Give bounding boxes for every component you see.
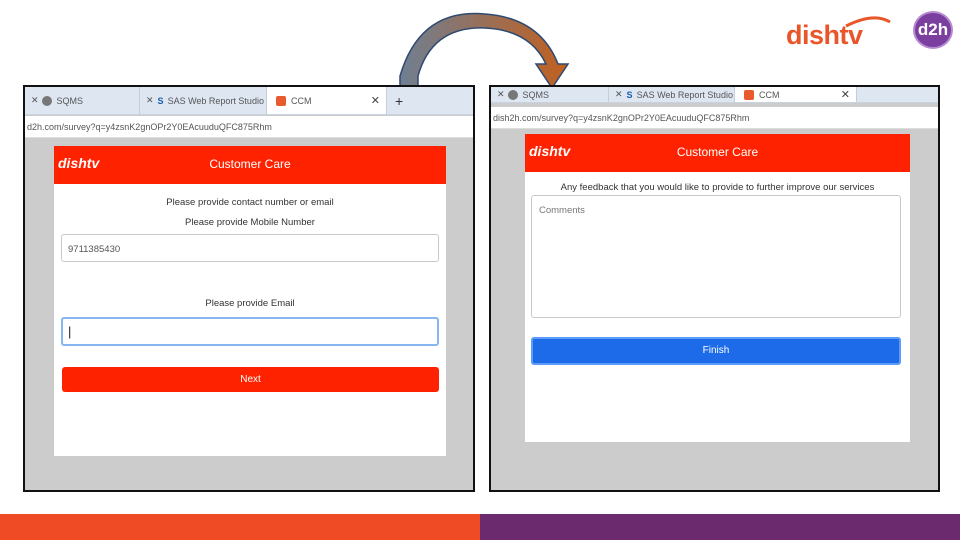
address-bar[interactable]: dish2h.com/survey?q=y4zsnK2gnOPr2Y0EAcuu… [491,107,938,129]
tab-sas[interactable]: ✕ S SAS Web Report Studio : Welcor [140,87,267,114]
left-screenshot-panel: ✕ SQMS ✕ S SAS Web Report Studio : Welco… [23,85,475,492]
close-icon[interactable]: ✕ [146,95,154,106]
close-icon[interactable]: ✕ [615,89,623,100]
comments-textarea[interactable]: Comments [531,195,901,318]
sas-icon: S [157,95,164,106]
next-button[interactable]: Next [62,367,439,392]
address-bar[interactable]: d2h.com/survey?q=y4zsnK2gnOPr2Y0EAcuuduQ… [25,116,473,138]
question-mobile: Please provide Mobile Number [185,217,315,228]
footer-stripe-purple [480,514,960,540]
tab-ccm[interactable]: CCM ✕ [735,87,857,102]
tab-sqms[interactable]: ✕ SQMS [25,87,140,114]
tab-label: SAS Web Report Studio : Welcor [636,89,734,100]
question-email: Please provide Email [205,298,295,309]
email-field[interactable]: | [61,317,439,346]
tab-label: CCM [759,89,780,100]
tab-label: CCM [291,95,312,106]
footer-stripe-orange [0,514,480,540]
page-icon [744,89,754,100]
dishtv-logo: dishtv [786,12,892,52]
tab-label: SQMS [56,95,84,106]
tab-label: SQMS [522,89,550,100]
mobile-number-field[interactable]: 9711385430 [61,234,439,262]
d2h-logo-text: d2h [917,20,949,39]
tab-label: SAS Web Report Studio : Welcor [167,95,266,106]
survey-form: dishtv Customer Care Please provide cont… [54,146,446,456]
question-feedback: Any feedback that you would like to prov… [560,182,875,193]
browser-tab-bar: ✕ SQMS ✕ S SAS Web Report Studio : Welco… [25,87,473,115]
page-icon [276,95,286,106]
finish-button[interactable]: Finish [531,337,901,365]
tab-ccm[interactable]: CCM ✕ [267,87,387,114]
survey-header: dishtv Customer Care [525,134,910,172]
survey-header: dishtv Customer Care [54,146,446,184]
tab-sqms[interactable]: ✕ SQMS [491,87,609,102]
tab-sas[interactable]: ✕ S SAS Web Report Studio : Welcor [609,87,735,102]
header-title: Customer Care [676,145,759,159]
header-title: Customer Care [209,157,291,171]
survey-form: dishtv Customer Care Any feedback that y… [525,134,910,442]
new-tab-button[interactable]: + [387,87,411,114]
sas-icon: S [626,89,633,100]
close-icon[interactable]: ✕ [497,89,505,100]
dishtv-logo-text: dishtv [786,20,863,50]
close-icon[interactable]: ✕ [365,94,380,107]
curved-arrow-icon [399,12,570,90]
browser-tab-bar: ✕ SQMS ✕ S SAS Web Report Studio : Welco… [491,87,938,103]
gear-icon [507,89,518,100]
close-icon[interactable]: ✕ [835,88,850,101]
gear-icon [41,95,52,106]
d2h-logo: d2h [913,11,953,49]
close-icon[interactable]: ✕ [31,95,39,106]
right-screenshot-panel: ✕ SQMS ✕ S SAS Web Report Studio : Welco… [489,85,940,492]
question-contact: Please provide contact number or email [166,197,334,208]
